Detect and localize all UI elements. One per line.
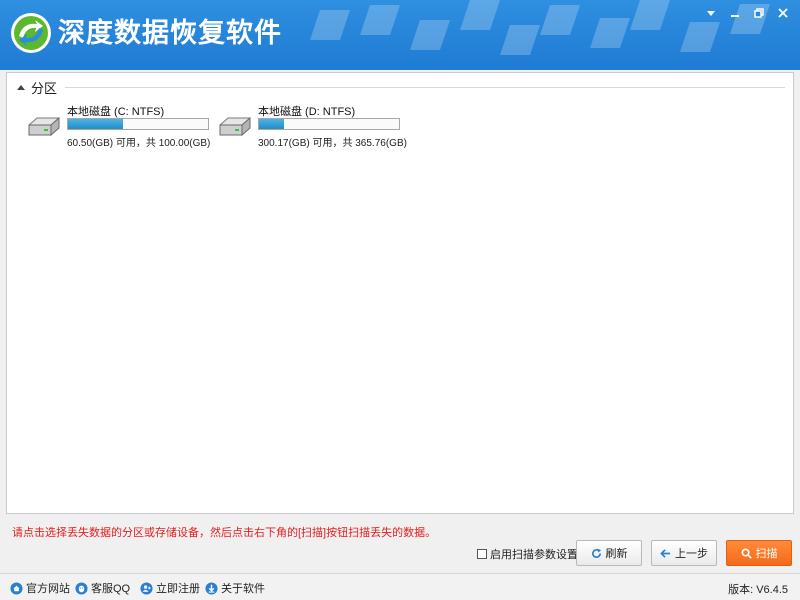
drive-usage-fill: [259, 119, 285, 129]
scan-settings-label: 启用扫描参数设置: [490, 549, 578, 561]
hard-disk-icon: [28, 116, 60, 137]
partition-panel: 分区 本地磁盘 (C: NTFS) 60.50(GB) 可用，共 100.00(…: [6, 72, 794, 514]
title-bar: 深度数据恢复软件: [0, 0, 800, 70]
home-icon: [10, 581, 23, 595]
drive-c[interactable]: 本地磁盘 (C: NTFS) 60.50(GB) 可用，共 100.00(GB): [25, 103, 215, 149]
refresh-button[interactable]: 刷新: [576, 540, 642, 566]
footer-link-qq[interactable]: 客服QQ: [75, 580, 130, 596]
footer-link-about[interactable]: 关于软件: [205, 580, 265, 596]
app-title: 深度数据恢复软件: [58, 18, 282, 49]
scan-settings-checkbox[interactable]: [477, 549, 487, 559]
qq-icon: [75, 581, 88, 595]
menu-button[interactable]: [700, 4, 722, 22]
chevron-down-icon: [707, 11, 715, 16]
refresh-label: 刷新: [605, 548, 628, 560]
drive-usage-bar: [258, 118, 400, 130]
drive-usage-bar: [67, 118, 209, 130]
info-download-icon: [205, 581, 218, 595]
scan-settings-option[interactable]: 启用扫描参数设置: [477, 546, 578, 562]
collapse-triangle-icon: [17, 84, 25, 90]
version-label: 版本: V6.4.5: [728, 584, 788, 596]
back-button[interactable]: 上一步: [651, 540, 717, 566]
drive-d[interactable]: 本地磁盘 (D: NTFS) 300.17(GB) 可用，共 365.76(GB…: [216, 103, 407, 149]
close-button[interactable]: [772, 4, 794, 22]
footer-bar: 官方网站 客服QQ 立即注册 关于软件 版本: V6.4.5: [0, 574, 800, 600]
app-logo-icon: [11, 13, 51, 53]
footer-link-label: 立即注册: [156, 583, 200, 595]
close-icon: [778, 8, 788, 18]
footer-link-website[interactable]: 官方网站: [10, 580, 70, 596]
drive-name: 本地磁盘 (C: NTFS): [67, 106, 165, 118]
scan-button[interactable]: 扫描: [726, 540, 792, 566]
section-header[interactable]: 分区: [17, 79, 58, 96]
section-divider: [65, 87, 785, 88]
footer-link-label: 官方网站: [26, 583, 70, 595]
minimize-icon: [731, 15, 739, 17]
footer-link-label: 关于软件: [221, 583, 265, 595]
footer-link-label: 客服QQ: [91, 583, 131, 595]
refresh-icon: [591, 547, 601, 558]
drive-size: 300.17(GB) 可用，共 365.76(GB): [258, 138, 407, 149]
minimize-button[interactable]: [724, 4, 746, 22]
maximize-button[interactable]: [748, 4, 770, 22]
drive-size: 60.50(GB) 可用，共 100.00(GB): [67, 138, 211, 149]
window-controls: [700, 4, 794, 22]
hard-disk-icon: [219, 116, 251, 137]
footer-link-register[interactable]: 立即注册: [140, 580, 200, 596]
drive-usage-fill: [68, 119, 124, 129]
user-register-icon: [140, 581, 153, 595]
scan-label: 扫描: [755, 548, 778, 560]
drive-name: 本地磁盘 (D: NTFS): [258, 106, 356, 118]
arrow-left-icon: [660, 548, 671, 558]
search-icon: [741, 548, 752, 559]
restore-icon: [754, 8, 764, 18]
back-label: 上一步: [675, 548, 708, 560]
section-label: 分区: [31, 80, 58, 96]
instruction-hint: 请点击选择丢失数据的分区或存储设备，然后点击右下角的[扫描]按钮扫描丢失的数据。: [12, 527, 437, 539]
